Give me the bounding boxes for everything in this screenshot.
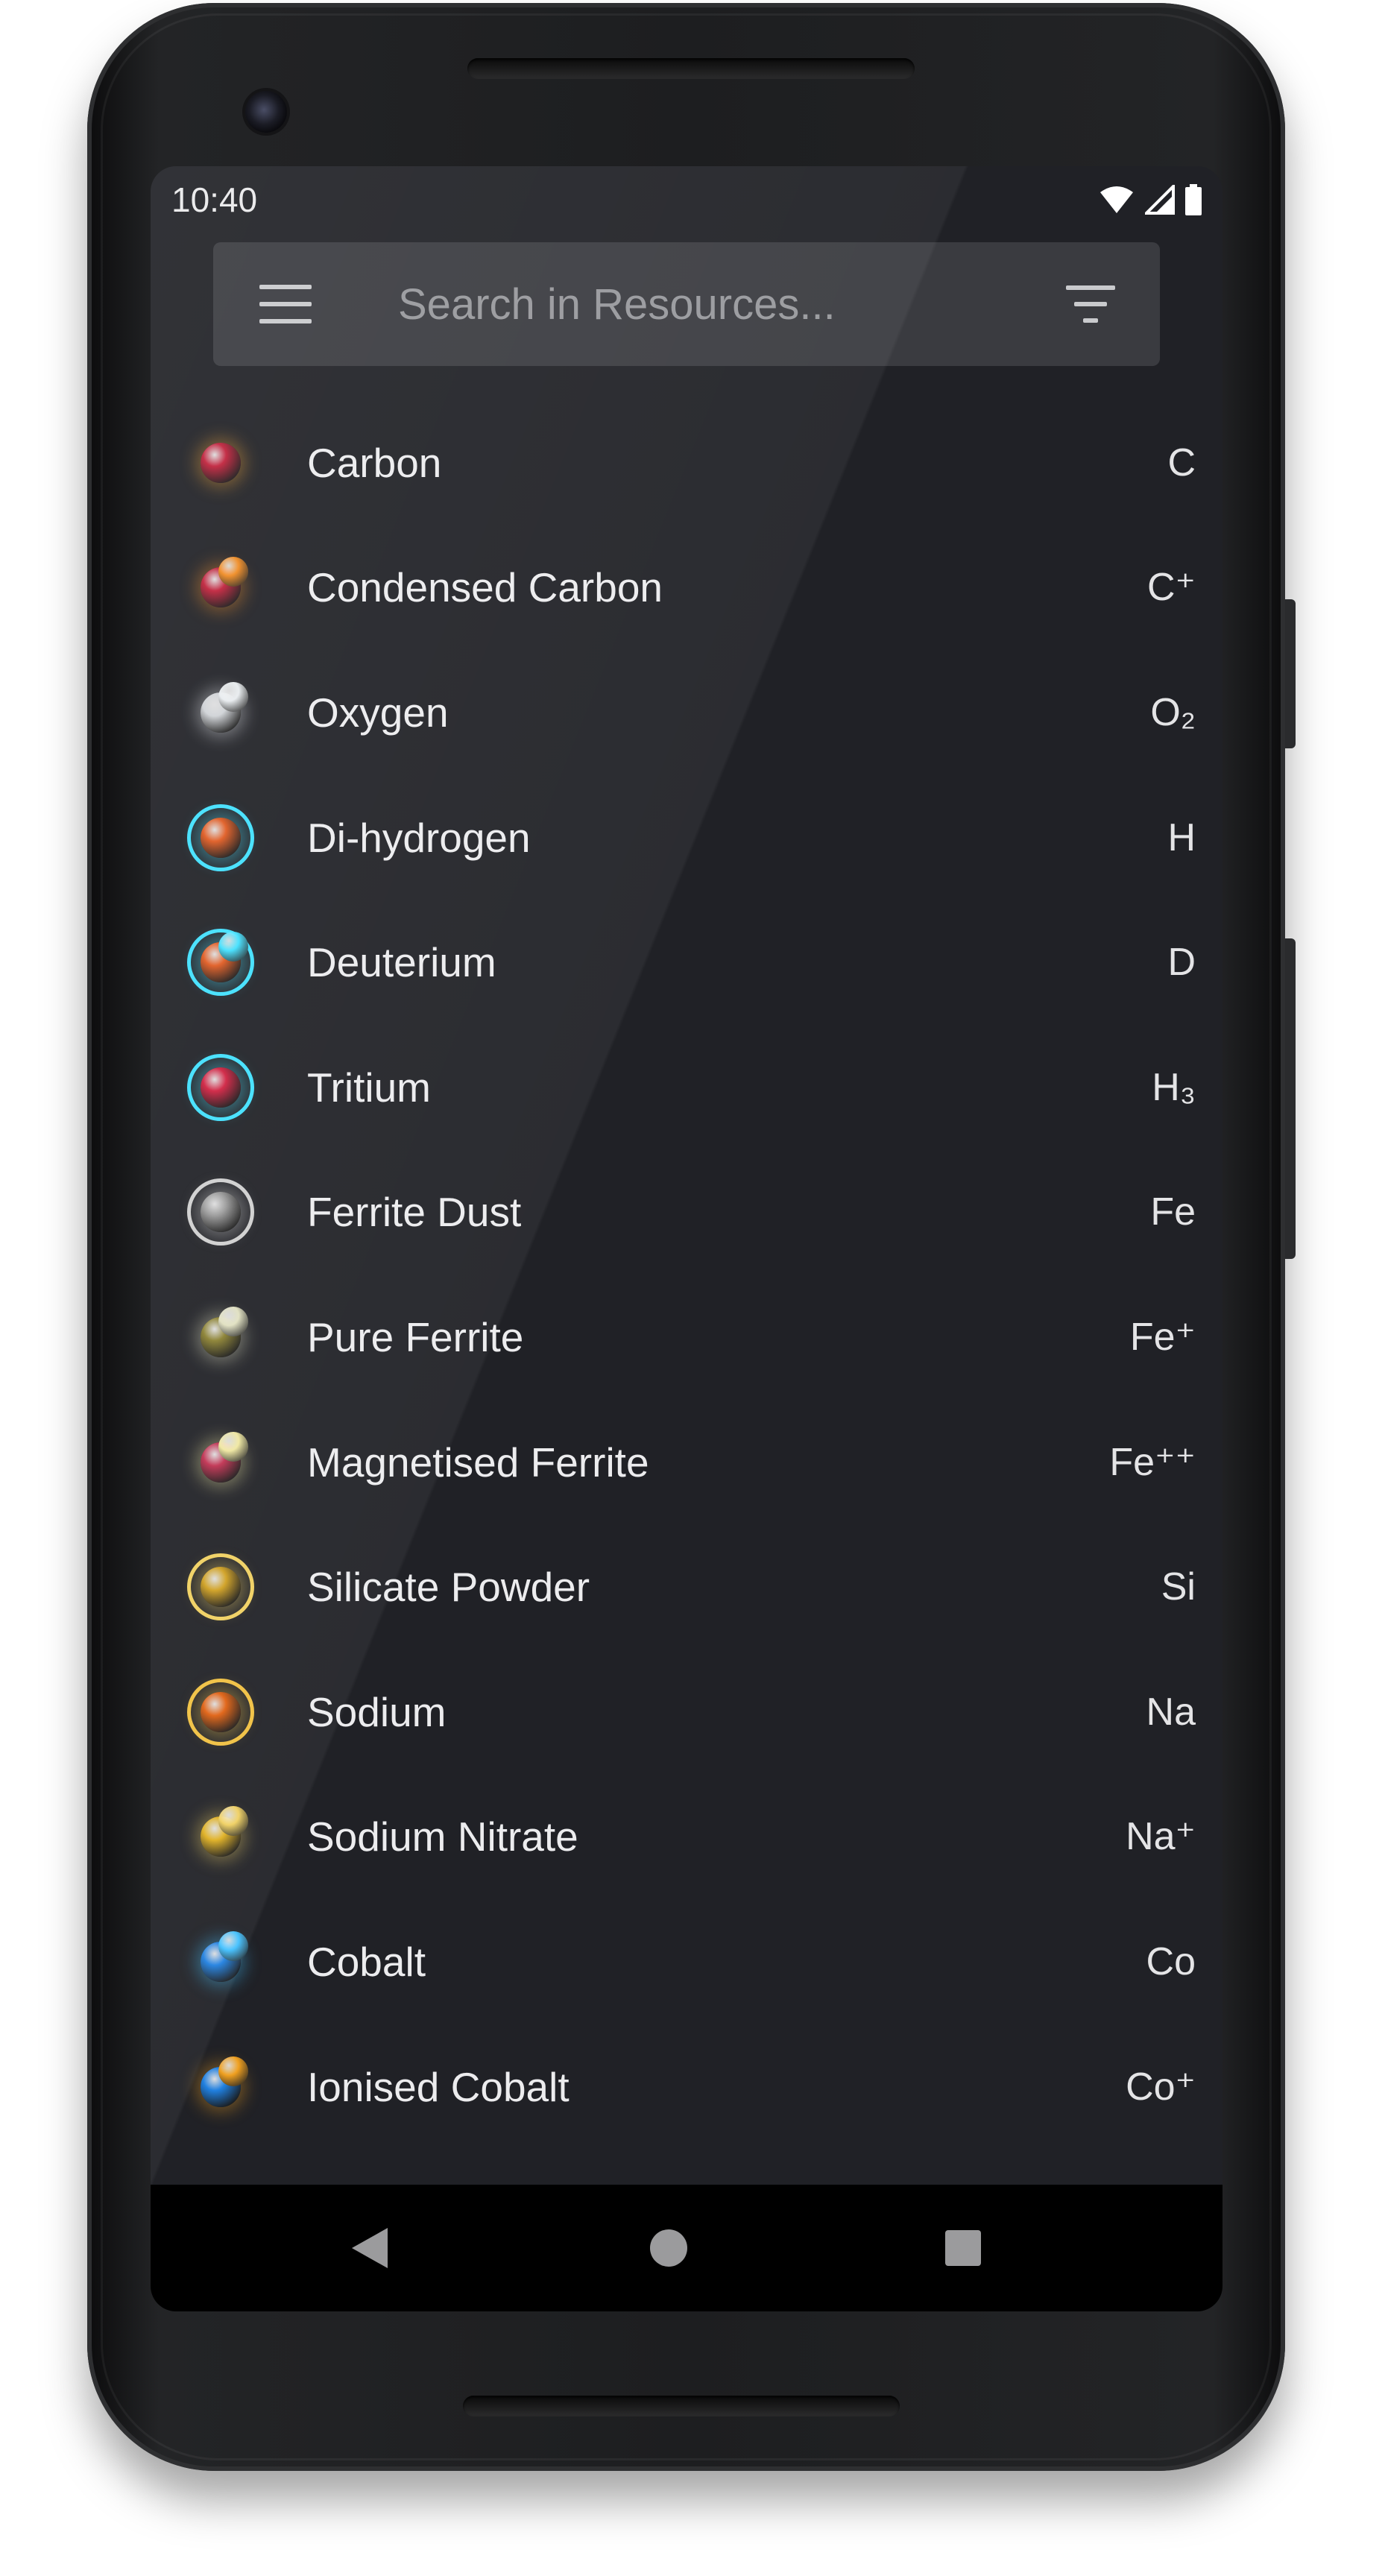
volume-button — [1285, 938, 1296, 1259]
search-input[interactable] — [397, 266, 1064, 342]
resource-name: Tritium — [307, 1064, 431, 1111]
resource-symbol: Co⁺ — [1126, 2065, 1196, 2109]
front-camera — [245, 91, 287, 133]
list-item[interactable]: Cobalt Co — [151, 1899, 1222, 2024]
resource-symbol: Na — [1146, 1690, 1196, 1734]
status-bar: 10:40 — [151, 166, 1222, 233]
cobalt-icon — [177, 1919, 264, 2005]
resource-symbol: Si — [1161, 1565, 1196, 1609]
resource-name: Magnetised Ferrite — [307, 1439, 649, 1486]
list-item[interactable]: Ferrite Dust Fe — [151, 1150, 1222, 1275]
list-item[interactable]: Tritium H₃ — [151, 1025, 1222, 1150]
back-icon[interactable] — [352, 2228, 388, 2268]
deuterium-icon — [177, 919, 264, 1006]
oxygen-icon — [177, 669, 264, 756]
resource-symbol: D — [1167, 941, 1196, 985]
resource-symbol: Co — [1146, 1939, 1196, 1983]
list-item[interactable]: Condensed Carbon C⁺ — [151, 525, 1222, 651]
cell-signal-icon — [1145, 185, 1175, 215]
condensed-carbon-icon — [177, 544, 264, 631]
resource-symbol: O₂ — [1150, 690, 1196, 734]
status-time: 10:40 — [171, 180, 258, 219]
resource-name: Cobalt — [307, 1938, 426, 1985]
list-item[interactable]: Pure Ferrite Fe⁺ — [151, 1275, 1222, 1400]
recent-apps-icon[interactable] — [945, 2230, 981, 2266]
pure-ferrite-icon — [177, 1294, 264, 1380]
resource-name: Di-hydrogen — [307, 814, 531, 861]
resource-symbol: Fe — [1150, 1190, 1196, 1234]
resource-symbol: C⁺ — [1147, 566, 1196, 610]
power-button — [1285, 599, 1296, 748]
list-item[interactable]: Ionised Cobalt Co⁺ — [151, 2024, 1222, 2150]
resource-name: Carbon — [307, 439, 442, 486]
magnetised-ferrite-icon — [177, 1419, 264, 1506]
resource-name: Sodium Nitrate — [307, 1813, 578, 1860]
resource-name: Condensed Carbon — [307, 564, 663, 611]
bottom-speaker — [463, 2396, 900, 2416]
resource-name: Pure Ferrite — [307, 1313, 524, 1360]
resource-name: Sodium — [307, 1688, 447, 1735]
battery-icon — [1185, 184, 1202, 215]
list-item[interactable]: Carbon C — [151, 400, 1222, 525]
navigation-bar — [151, 2185, 1222, 2311]
menu-icon[interactable] — [259, 285, 312, 323]
carbon-icon — [177, 420, 264, 506]
list-item[interactable]: Di-hydrogen H — [151, 775, 1222, 900]
search-bar — [213, 242, 1160, 366]
earpiece-speaker — [467, 58, 915, 79]
list-item[interactable]: Magnetised Ferrite Fe⁺⁺ — [151, 1400, 1222, 1525]
filter-icon[interactable] — [1064, 285, 1117, 323]
resource-name: Ferrite Dust — [307, 1189, 522, 1236]
resource-symbol: Fe⁺⁺ — [1109, 1440, 1196, 1484]
sodium-nitrate-icon — [177, 1793, 264, 1880]
resource-symbol: Na⁺ — [1126, 1815, 1196, 1859]
ferrite-dust-icon — [177, 1169, 264, 1255]
resource-name: Deuterium — [307, 939, 496, 986]
list-item[interactable]: Deuterium D — [151, 900, 1222, 1025]
list-item[interactable]: Silicate Powder Si — [151, 1524, 1222, 1650]
di-hydrogen-icon — [177, 795, 264, 881]
sodium-icon — [177, 1669, 264, 1755]
resource-name: Ionised Cobalt — [307, 2063, 570, 2110]
home-icon[interactable] — [650, 2229, 687, 2267]
resource-name: Silicate Powder — [307, 1564, 590, 1611]
resource-symbol: H — [1167, 815, 1196, 859]
resource-symbol: C — [1167, 441, 1196, 484]
app-screen: 10:40 Carbon C Condensed Carbon C⁺ Oxygen O₂ D… — [151, 166, 1222, 2311]
list-item[interactable]: Sodium Nitrate Na⁺ — [151, 1775, 1222, 1900]
list-item[interactable]: Sodium Na — [151, 1650, 1222, 1775]
ionised-cobalt-icon — [177, 2044, 264, 2130]
silicate-powder-icon — [177, 1544, 264, 1630]
resource-symbol: Fe⁺ — [1129, 1315, 1196, 1359]
list-item[interactable]: Oxygen O₂ — [151, 650, 1222, 775]
resource-name: Oxygen — [307, 689, 449, 736]
resource-symbol: H₃ — [1152, 1065, 1196, 1109]
wifi-icon — [1100, 186, 1133, 213]
tritium-icon — [177, 1044, 264, 1131]
status-icons — [1099, 184, 1202, 215]
resource-list: Carbon C Condensed Carbon C⁺ Oxygen O₂ Di-hydr… — [151, 400, 1222, 2149]
